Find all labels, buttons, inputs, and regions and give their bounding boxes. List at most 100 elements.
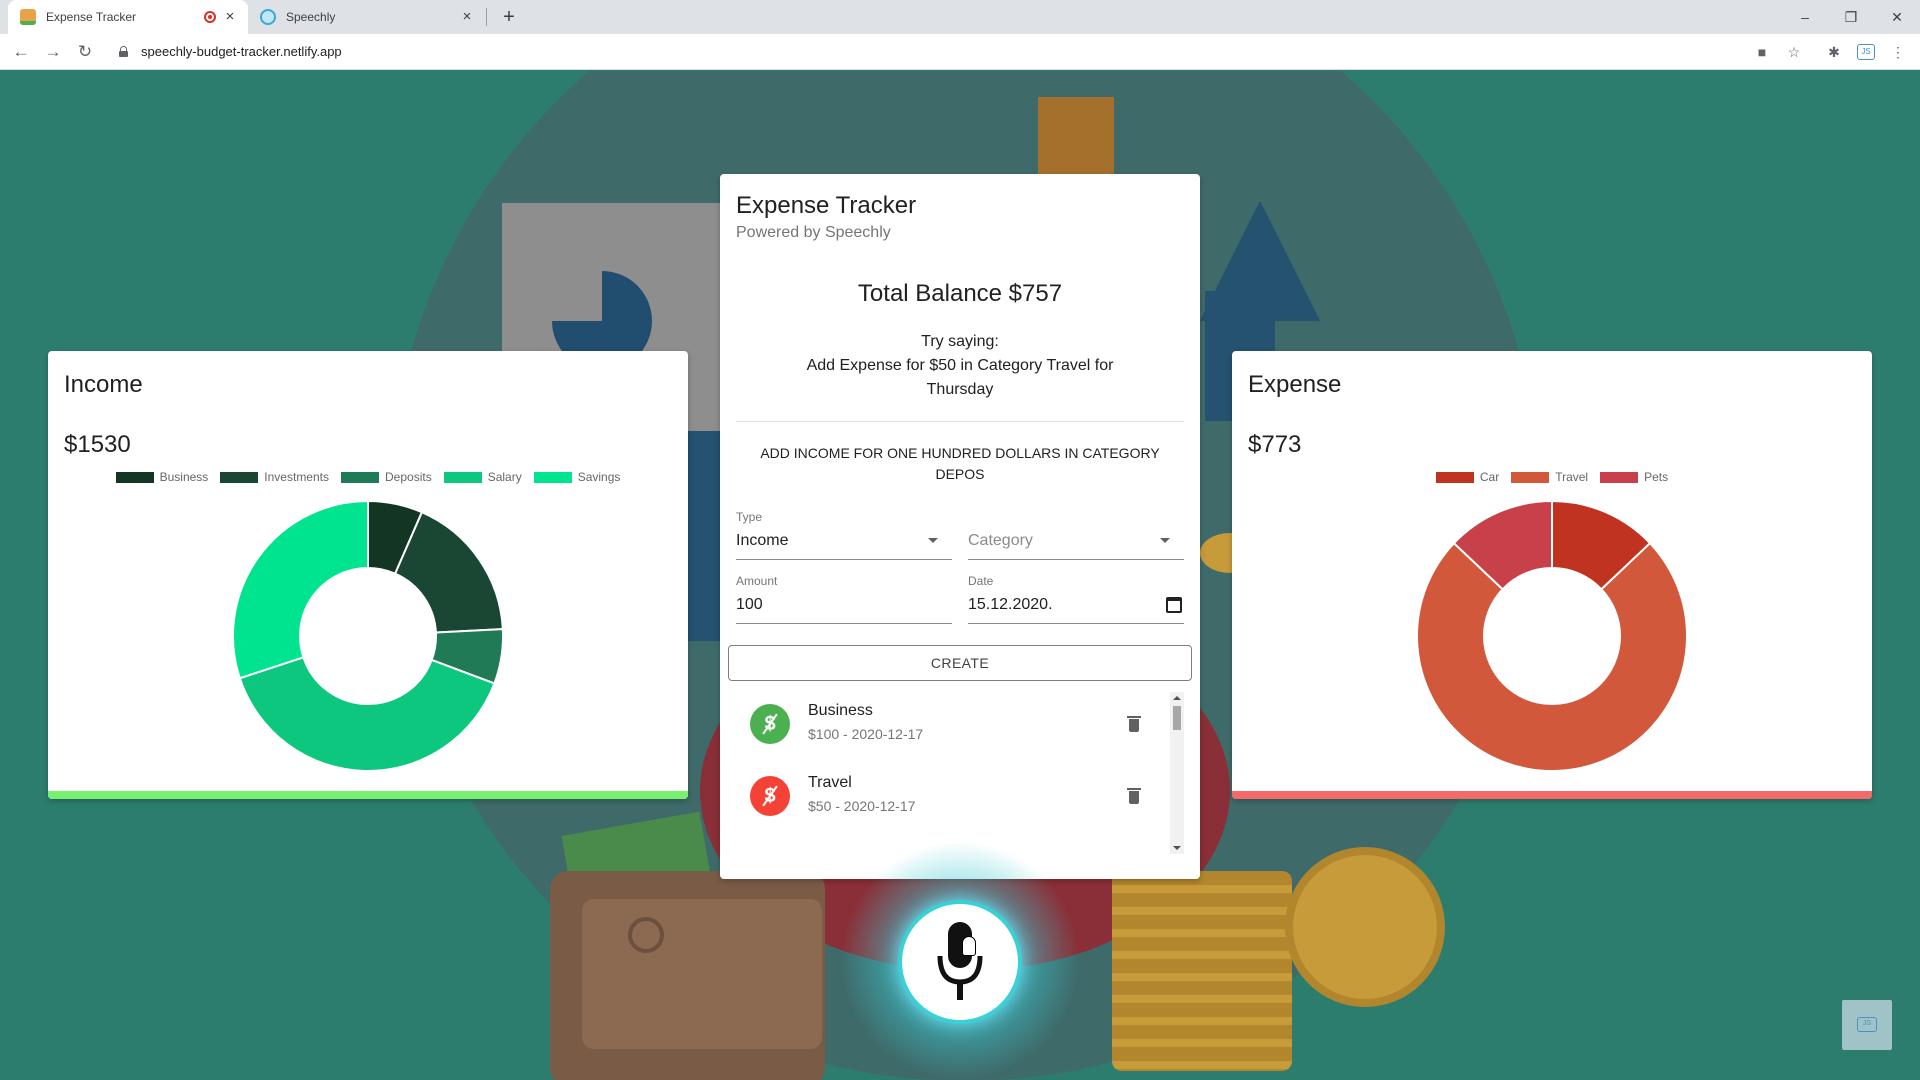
legend-label: Salary — [487, 470, 522, 484]
legend-label: Business — [159, 470, 209, 484]
recording-icon — [204, 11, 216, 23]
legend-swatch — [1435, 471, 1474, 483]
speechly-favicon-icon — [260, 9, 276, 25]
transaction-detail: $50 - 2020-12-17 — [808, 798, 916, 814]
category-select[interactable]: Category — [968, 510, 1184, 560]
donut-slice-savings[interactable] — [232, 499, 369, 680]
chevron-down-icon — [1160, 538, 1170, 543]
legend-swatch — [220, 471, 259, 483]
legend-swatch — [115, 471, 154, 483]
minimize-icon[interactable]: – — [1790, 6, 1820, 28]
type-select[interactable]: Type Income — [736, 510, 952, 560]
legend-item[interactable]: Deposits — [341, 470, 432, 484]
legend-label: Savings — [577, 470, 621, 484]
camera-icon[interactable]: ■ — [1752, 42, 1772, 62]
back-arrow-icon[interactable]: ← — [10, 41, 32, 63]
forward-arrow-icon[interactable]: → — [42, 41, 64, 63]
transactions-scrollbar[interactable] — [1170, 692, 1184, 854]
amount-label: Amount — [736, 574, 778, 588]
income-legend: Business Investments Deposits Salary Savings — [48, 470, 688, 484]
address-bar: ← → ↻ speechly-budget-tracker.netlify.ap… — [0, 34, 1920, 70]
scroll-thumb[interactable] — [1173, 706, 1181, 730]
create-button[interactable]: CREATE — [728, 645, 1192, 681]
amount-input[interactable]: Amount 100 — [736, 574, 952, 624]
expense-card: Expense $773 Car Travel Pets — [1232, 351, 1872, 799]
delete-icon[interactable] — [1127, 788, 1141, 804]
tab-title: Speechly — [286, 10, 336, 24]
restore-icon[interactable]: ❐ — [1836, 6, 1866, 28]
tab-separator — [486, 8, 487, 26]
legend-item[interactable]: Travel — [1511, 470, 1588, 484]
tab-speechly[interactable]: Speechly × — [250, 0, 485, 34]
divider — [736, 421, 1184, 422]
legend-item[interactable]: Investments — [220, 470, 329, 484]
delete-icon[interactable] — [1127, 716, 1141, 732]
url-field[interactable]: speechly-budget-tracker.netlify.app — [141, 44, 342, 59]
calendar-icon[interactable] — [1166, 597, 1182, 613]
transaction-category: Travel — [808, 774, 852, 791]
close-tab-icon[interactable]: × — [459, 9, 475, 25]
try-saying-hint: Try saying: Add Expense for $50 in Categ… — [780, 330, 1140, 402]
background-wallet-button — [628, 917, 664, 953]
legend-swatch — [443, 471, 482, 483]
scroll-down-icon[interactable] — [1173, 846, 1181, 850]
expense-amount: $773 — [1248, 431, 1302, 458]
expense-title: Expense — [1248, 371, 1342, 398]
try-saying-label: Try saying: — [921, 333, 999, 350]
push-to-talk-button[interactable] — [898, 900, 1022, 1024]
date-label: Date — [968, 574, 994, 588]
legend-item[interactable]: Salary — [443, 470, 522, 484]
type-label: Type — [736, 510, 763, 524]
transaction-detail: $100 - 2020-12-17 — [808, 726, 924, 742]
tab-expense-tracker[interactable]: Expense Tracker × — [8, 0, 248, 34]
extension-js-icon: JS — [1857, 1017, 1877, 1032]
total-balance: Total Balance $757 — [857, 280, 1063, 307]
legend-swatch — [533, 471, 572, 483]
list-item: $ Business $100 - 2020-12-17 — [736, 692, 1156, 752]
microphone-icon — [937, 922, 983, 1000]
speech-transcript: ADD INCOME FOR ONE HUNDRED DOLLARS IN CA… — [760, 445, 1160, 482]
income-accent-bar — [48, 791, 688, 799]
type-value: Income — [736, 532, 789, 549]
amount-value: 100 — [736, 596, 763, 613]
expense-accent-bar — [1232, 791, 1872, 799]
legend-swatch — [1511, 471, 1550, 483]
legend-item[interactable]: Savings — [533, 470, 621, 484]
income-card: Income $1530 Business Investments Deposits… — [48, 351, 688, 799]
category-placeholder: Category — [968, 532, 1033, 549]
legend-label: Deposits — [385, 470, 432, 484]
legend-item[interactable]: Car — [1435, 470, 1500, 484]
lock-icon — [119, 46, 128, 57]
legend-item[interactable]: Business — [115, 470, 209, 484]
date-input[interactable]: Date 15.12.2020. — [968, 574, 1184, 624]
window-close-icon[interactable]: ✕ — [1882, 6, 1912, 28]
legend-label: Pets — [1644, 470, 1669, 484]
expense-legend: Car Travel Pets — [1232, 470, 1872, 484]
extension-js-icon[interactable]: JS — [1857, 44, 1875, 60]
list-item: $ Travel $50 - 2020-12-17 — [736, 764, 1156, 824]
background-wallet-flap — [582, 899, 822, 1049]
reload-icon[interactable]: ↻ — [74, 41, 96, 63]
close-tab-icon[interactable]: × — [222, 9, 238, 25]
transaction-category: Business — [808, 702, 873, 719]
expense-donut-chart — [1416, 499, 1688, 772]
expense-tracker-card: Expense Tracker Powered by Speechly Tota… — [720, 174, 1200, 879]
mouse-cursor — [962, 936, 976, 956]
star-icon[interactable]: ☆ — [1784, 42, 1804, 62]
legend-label: Travel — [1555, 470, 1589, 484]
background-coin-stack — [1112, 871, 1292, 1071]
kebab-menu-icon[interactable]: ⋮ — [1888, 42, 1908, 62]
speechly-widget[interactable]: JS — [1842, 1000, 1892, 1050]
background-large-coin — [1285, 847, 1445, 1007]
try-saying-example: Add Expense for $50 in Category Travel f… — [806, 357, 1114, 398]
donut-slice-travel[interactable] — [1416, 541, 1688, 772]
new-tab-icon[interactable]: + — [498, 6, 520, 28]
income-amount: $1530 — [64, 431, 131, 458]
donut-slice-salary[interactable] — [238, 656, 496, 772]
legend-swatch — [1600, 471, 1639, 483]
legend-item[interactable]: Pets — [1600, 470, 1668, 484]
legend-label: Car — [1479, 470, 1500, 484]
scroll-up-icon[interactable] — [1173, 696, 1181, 700]
money-off-icon: $ — [750, 776, 790, 816]
puzzle-icon[interactable]: ✱ — [1824, 42, 1844, 62]
